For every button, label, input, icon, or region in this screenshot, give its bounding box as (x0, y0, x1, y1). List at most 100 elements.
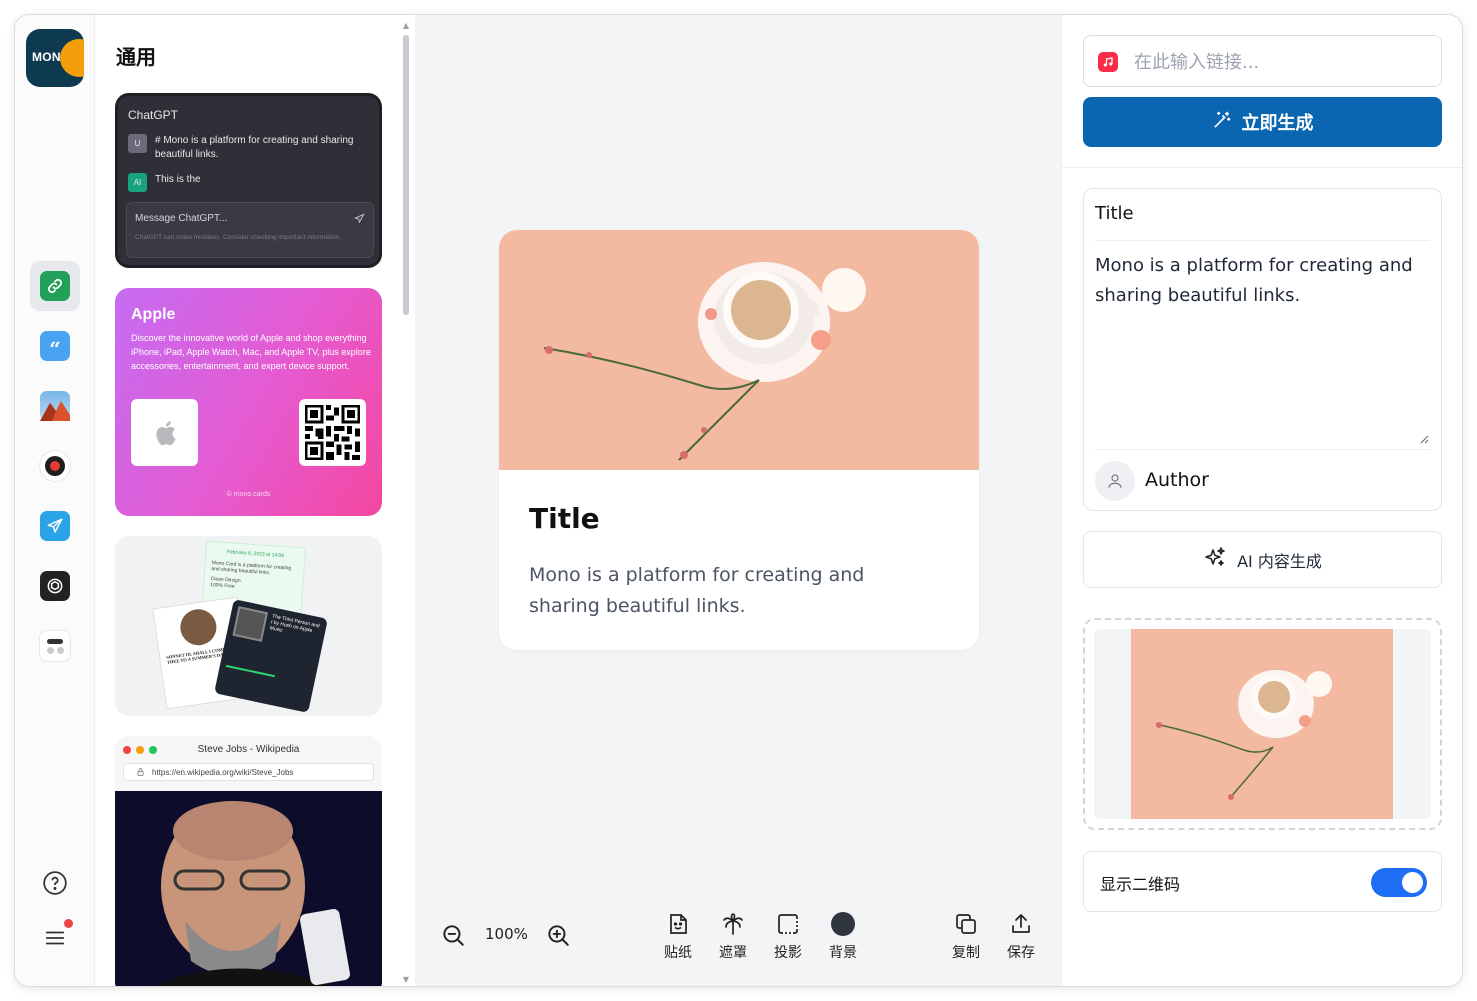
canvas-area: Title Mono is a platform for creating an… (415, 15, 1061, 986)
ai-generate-button[interactable]: AI 内容生成 (1083, 531, 1442, 588)
sticker-icon (656, 910, 700, 938)
ai-badge: AI (128, 173, 147, 192)
description-field[interactable]: Mono is a platform for creating and shar… (1095, 251, 1425, 311)
user-badge: U (128, 134, 147, 153)
logo-text: MON (32, 50, 61, 64)
music-icon (1098, 52, 1118, 72)
canvas-toolbar: 100% 贴纸 遮罩 投影 背景 复制 保存 (415, 910, 1061, 970)
card-preview[interactable]: Title Mono is a platform for creating an… (499, 230, 979, 650)
preview-description: Mono is a platform for creating and shar… (529, 564, 865, 617)
rail-item-record[interactable] (30, 441, 80, 491)
chatgpt-input-placeholder: Message ChatGPT... (135, 213, 228, 224)
template-list: 通用 ▲ ▼ ChatGPT U # Mono is a platform fo… (95, 15, 415, 986)
qr-toggle-label: 显示二维码 (1100, 875, 1181, 894)
author-field[interactable]: Author (1145, 469, 1209, 491)
qr-toggle[interactable] (1371, 868, 1427, 897)
help-icon[interactable] (40, 868, 70, 898)
color-dot-icon (821, 910, 865, 938)
cover-thumbnail (1131, 629, 1393, 819)
rail-item-quote[interactable]: “ (30, 321, 80, 371)
url-input-box (1083, 35, 1442, 87)
tool-save-label: 保存 (1007, 945, 1035, 961)
template-scrollbar[interactable] (403, 35, 409, 315)
ai-message: This is the (155, 174, 201, 185)
app-window: MON “ 通用 ▲ ▼ ChatGPT U # Mono is a platf… (15, 15, 1462, 986)
image-dropzone[interactable] (1083, 618, 1442, 830)
author-avatar (1095, 461, 1135, 501)
icon-rail: MON “ (15, 15, 95, 986)
tool-background[interactable]: 背景 (821, 910, 865, 962)
generate-button-label: 立即生成 (1241, 113, 1314, 134)
tool-mask-label: 遮罩 (719, 945, 747, 961)
title-field[interactable]: Title (1095, 203, 1134, 224)
tool-shadow-label: 投影 (774, 945, 802, 961)
magic-wand-icon (1212, 110, 1232, 135)
scroll-up-arrow[interactable]: ▲ (403, 21, 409, 30)
content-editor: Title Mono is a platform for creating an… (1083, 188, 1442, 511)
template-collage[interactable]: February 6, 2023 at 14:06 Mono Card is a… (115, 536, 382, 716)
chatgpt-note: ChatGPT can make mistakes. Consider chec… (135, 234, 342, 241)
menu-icon[interactable] (40, 919, 73, 953)
tool-shadow[interactable]: 投影 (766, 910, 810, 962)
apple-footer: © mono.cards (226, 491, 271, 498)
chatgpt-input-box: Message ChatGPT... ChatGPT can make mist… (126, 202, 374, 258)
apple-logo-icon (131, 399, 198, 466)
zoom-in-icon[interactable] (545, 922, 571, 952)
wiki-photo (115, 791, 382, 986)
image-frame (1094, 629, 1431, 819)
url-input[interactable] (1134, 48, 1424, 76)
app-logo[interactable]: MON (26, 29, 84, 87)
template-wikipedia[interactable]: Steve Jobs - Wikipedia https://en.wikipe… (115, 736, 382, 986)
send-icon (354, 211, 365, 229)
quote-icon: “ (40, 331, 70, 361)
link-icon (40, 271, 70, 301)
record-icon (40, 451, 70, 481)
music-card: The Third Person and I by Hush on Apple … (214, 599, 328, 713)
rail-item-telegram[interactable] (30, 501, 80, 551)
tool-mask[interactable]: 遮罩 (711, 910, 755, 962)
wiki-title: Steve Jobs - Wikipedia (197, 744, 300, 755)
rail-item-link[interactable] (30, 261, 80, 311)
qr-code-icon (299, 399, 366, 466)
template-chatgpt[interactable]: ChatGPT U # Mono is a platform for creat… (115, 93, 382, 268)
ai-generate-label: AI 内容生成 (1237, 551, 1322, 571)
share-icon (999, 910, 1043, 938)
widget-icon (40, 631, 70, 661)
notification-dot (64, 919, 73, 928)
zoom-level: 100% (485, 925, 528, 943)
tool-background-label: 背景 (829, 945, 857, 961)
shadow-icon (766, 910, 810, 938)
rail-item-mountain[interactable] (30, 381, 80, 431)
palm-tree-icon (711, 910, 755, 938)
zoom-out-icon[interactable] (440, 922, 466, 952)
tool-copy[interactable]: 复制 (944, 910, 988, 962)
generate-button[interactable]: 立即生成 (1083, 97, 1442, 147)
tool-sticker-label: 贴纸 (664, 945, 692, 961)
preview-image (499, 230, 979, 470)
settings-panel: 立即生成 Title Mono is a platform for creati… (1061, 15, 1462, 986)
scroll-down-arrow[interactable]: ▼ (403, 975, 409, 984)
template-apple[interactable]: Apple Discover the innovative world of A… (115, 288, 382, 516)
rail-item-chatgpt[interactable] (30, 561, 80, 611)
mountain-icon (40, 391, 70, 421)
tool-sticker[interactable]: 贴纸 (656, 910, 700, 962)
rail-item-widget[interactable] (30, 621, 80, 671)
qr-toggle-row: 显示二维码 (1083, 851, 1442, 912)
apple-name: Apple (131, 306, 176, 323)
wiki-url-bar: https://en.wikipedia.org/wiki/Steve_Jobs (123, 763, 374, 781)
preview-title: Title (529, 502, 600, 535)
user-message: # Mono is a platform for creating and sh… (155, 135, 354, 160)
wiki-url: https://en.wikipedia.org/wiki/Steve_Jobs (152, 768, 294, 777)
template-heading: 通用 (116, 45, 156, 69)
tool-copy-label: 复制 (952, 945, 980, 961)
resize-handle-icon[interactable] (1419, 429, 1429, 448)
telegram-icon (40, 511, 70, 541)
panel-divider (1062, 167, 1462, 168)
lock-icon (136, 767, 145, 779)
tool-save[interactable]: 保存 (999, 910, 1043, 962)
sparkles-icon (1203, 546, 1227, 574)
chatgpt-name: ChatGPT (128, 108, 179, 122)
copy-icon (944, 910, 988, 938)
chatgpt-icon (40, 571, 70, 601)
apple-description: Discover the innovative world of Apple a… (131, 333, 371, 371)
